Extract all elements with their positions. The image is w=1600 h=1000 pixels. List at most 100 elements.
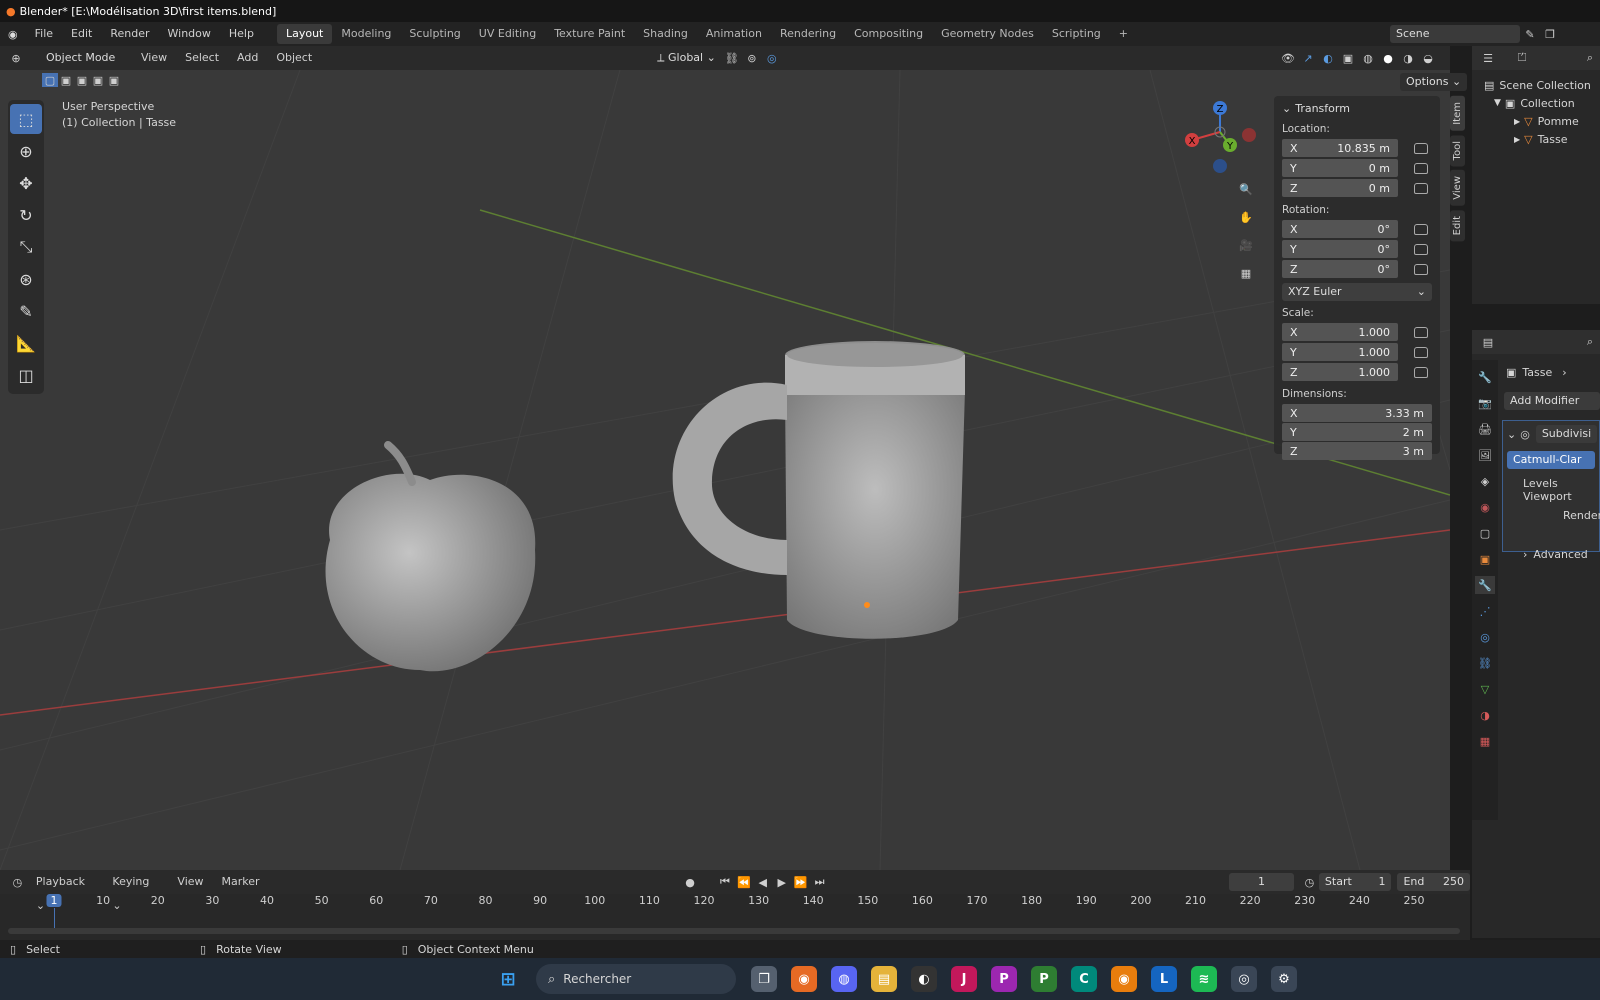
lock-icon[interactable] (1414, 224, 1428, 235)
vp-menu-object[interactable]: Object (267, 46, 321, 70)
blender-menu-icon[interactable]: ◉ (0, 28, 26, 41)
search-icon[interactable]: ⌕ (1580, 333, 1600, 351)
dimensions-y-field[interactable]: Y 2 m (1282, 423, 1432, 441)
lock-icon[interactable] (1414, 327, 1428, 338)
vp-menu-select[interactable]: Select (176, 46, 228, 70)
expand-icon[interactable]: ▶ (1514, 135, 1520, 144)
wireframe-shading-icon[interactable]: ◍ (1358, 49, 1378, 67)
menu-file[interactable]: File (26, 22, 62, 46)
dimensions-z-field[interactable]: Z 3 m (1282, 442, 1432, 460)
tab-rendering[interactable]: Rendering (771, 24, 845, 44)
rotation-z-field[interactable]: Z 0° (1282, 260, 1398, 278)
select-box-tool-icon[interactable]: ⬚ (10, 104, 42, 134)
outliner-item-pomme[interactable]: ▶ ▽ Pomme (1472, 112, 1600, 130)
select-subtract-icon[interactable]: ▣ (74, 73, 90, 87)
apple-object[interactable] (325, 441, 536, 672)
blender-taskbar-icon[interactable]: ◉ (1111, 966, 1137, 992)
timeline-scrollbar[interactable] (8, 928, 1460, 934)
modifier-properties-icon[interactable]: 🔧 (1475, 576, 1495, 594)
object-properties-icon[interactable]: ▣ (1475, 550, 1495, 568)
rotation-mode-dropdown[interactable]: XYZ Euler ⌄ (1282, 283, 1432, 301)
discord-icon[interactable]: ◍ (831, 966, 857, 992)
grid-view-icon[interactable]: ▦ (1236, 264, 1256, 282)
lock-icon[interactable] (1414, 143, 1428, 154)
orientation-selector[interactable]: ⟂ Global ⌄ (651, 49, 722, 67)
mug-object[interactable] (672, 341, 965, 639)
taskbar-search[interactable]: ⌕ Rechercher (536, 964, 736, 994)
tab-texture-paint[interactable]: Texture Paint (545, 24, 634, 44)
pivot-icon[interactable]: ⛓ (722, 49, 742, 67)
task-view-icon[interactable]: ❐ (751, 966, 777, 992)
tab-scripting[interactable]: Scripting (1043, 24, 1110, 44)
tab-compositing[interactable]: Compositing (845, 24, 932, 44)
view-layer-icon[interactable]: 🖼 (1475, 446, 1495, 464)
data-properties-icon[interactable]: ▽ (1475, 680, 1495, 698)
collapse-chevron-icon[interactable]: ⌄ (1282, 102, 1291, 115)
annotate-tool-icon[interactable]: ✎ (10, 296, 42, 326)
menu-edit[interactable]: Edit (62, 22, 101, 46)
location-y-field[interactable]: Y 0 m (1282, 159, 1398, 177)
l-app-icon[interactable]: L (1151, 966, 1177, 992)
outliner-scene-collection[interactable]: ▤ Scene Collection (1472, 76, 1600, 94)
location-z-field[interactable]: Z 0 m (1282, 179, 1398, 197)
camera-icon[interactable]: 🎥 (1236, 236, 1256, 254)
menu-window[interactable]: Window (159, 22, 220, 46)
outliner-item-tasse[interactable]: ▶ ▽ Tasse (1472, 130, 1600, 148)
particles-icon[interactable]: ⋰ (1475, 602, 1495, 620)
misc-app-icon[interactable]: ⚙ (1271, 966, 1297, 992)
rendered-shading-icon[interactable]: ◒ (1418, 49, 1438, 67)
mode-selector[interactable]: Object Mode ⌄ (40, 49, 132, 82)
tab-tool[interactable]: Tool (1450, 134, 1465, 167)
github-icon[interactable]: ◐ (911, 966, 937, 992)
search-icon[interactable]: ⌕ (1580, 49, 1600, 67)
phpstorm-icon[interactable]: P (991, 966, 1017, 992)
collection-properties-icon[interactable]: ▢ (1475, 524, 1495, 542)
gizmo-icon[interactable]: ↗ (1298, 49, 1318, 67)
clion-icon[interactable]: C (1071, 966, 1097, 992)
navigation-gizmo[interactable]: Z X Y (1180, 100, 1260, 180)
filter-icon[interactable]: ⏍ (1512, 49, 1532, 67)
menu-help[interactable]: Help (220, 22, 263, 46)
select-new-icon[interactable]: ▢ (42, 73, 58, 87)
tool-settings-icon[interactable]: 🔧 (1475, 368, 1495, 386)
select-invert-icon[interactable]: ▣ (90, 73, 106, 87)
scene-properties-icon[interactable]: ◈ (1475, 472, 1495, 490)
tab-animation[interactable]: Animation (697, 24, 771, 44)
material-shading-icon[interactable]: ◑ (1398, 49, 1418, 67)
add-modifier-button[interactable]: Add Modifier (1504, 392, 1600, 410)
scene-selector[interactable]: Scene (1390, 25, 1520, 43)
tab-modeling[interactable]: Modeling (332, 24, 400, 44)
world-properties-icon[interactable]: ◉ (1475, 498, 1495, 516)
modifier-name-field[interactable]: Subdivisi (1535, 425, 1598, 443)
transform-tool-icon[interactable]: ⊛ (10, 264, 42, 294)
advanced-section[interactable]: › Advanced (1507, 548, 1595, 561)
output-properties-icon[interactable]: 🖨 (1475, 420, 1495, 438)
lock-icon[interactable] (1414, 244, 1428, 255)
outliner-collection[interactable]: ▼ ▣ Collection (1472, 94, 1600, 112)
tab-view[interactable]: View (1450, 170, 1465, 206)
overlay-icon[interactable]: ◐ (1318, 49, 1338, 67)
proportional-icon[interactable]: ◎ (762, 49, 782, 67)
pan-hand-icon[interactable]: ✋ (1236, 208, 1256, 226)
solid-shading-icon[interactable]: ● (1378, 49, 1398, 67)
constraints-icon[interactable]: ⛓ (1475, 654, 1495, 672)
tab-edit[interactable]: Edit (1450, 209, 1465, 242)
lock-icon[interactable] (1414, 264, 1428, 275)
xray-icon[interactable]: ▣ (1338, 49, 1358, 67)
vpn-icon[interactable]: ◎ (1231, 966, 1257, 992)
pin-icon[interactable]: ✎ (1520, 25, 1540, 43)
scale-y-field[interactable]: Y 1.000 (1282, 343, 1398, 361)
menu-render[interactable]: Render (101, 22, 158, 46)
visibility-icon[interactable]: 👁 (1278, 49, 1298, 67)
3d-viewport[interactable] (0, 70, 1450, 870)
rotation-y-field[interactable]: Y 0° (1282, 240, 1398, 258)
editor-type-icon[interactable]: ⊕ (6, 49, 26, 67)
properties-editor-icon[interactable]: ▤ (1478, 333, 1498, 351)
texture-properties-icon[interactable]: ▦ (1475, 732, 1495, 750)
expand-icon[interactable]: ▶ (1514, 117, 1520, 126)
chevron-down-icon[interactable]: ⌄ (1507, 428, 1516, 441)
tab-layout[interactable]: Layout (276, 24, 333, 44)
vp-menu-view[interactable]: View (132, 46, 176, 70)
jetbrains-icon[interactable]: J (951, 966, 977, 992)
tab-item[interactable]: Item (1450, 96, 1465, 131)
